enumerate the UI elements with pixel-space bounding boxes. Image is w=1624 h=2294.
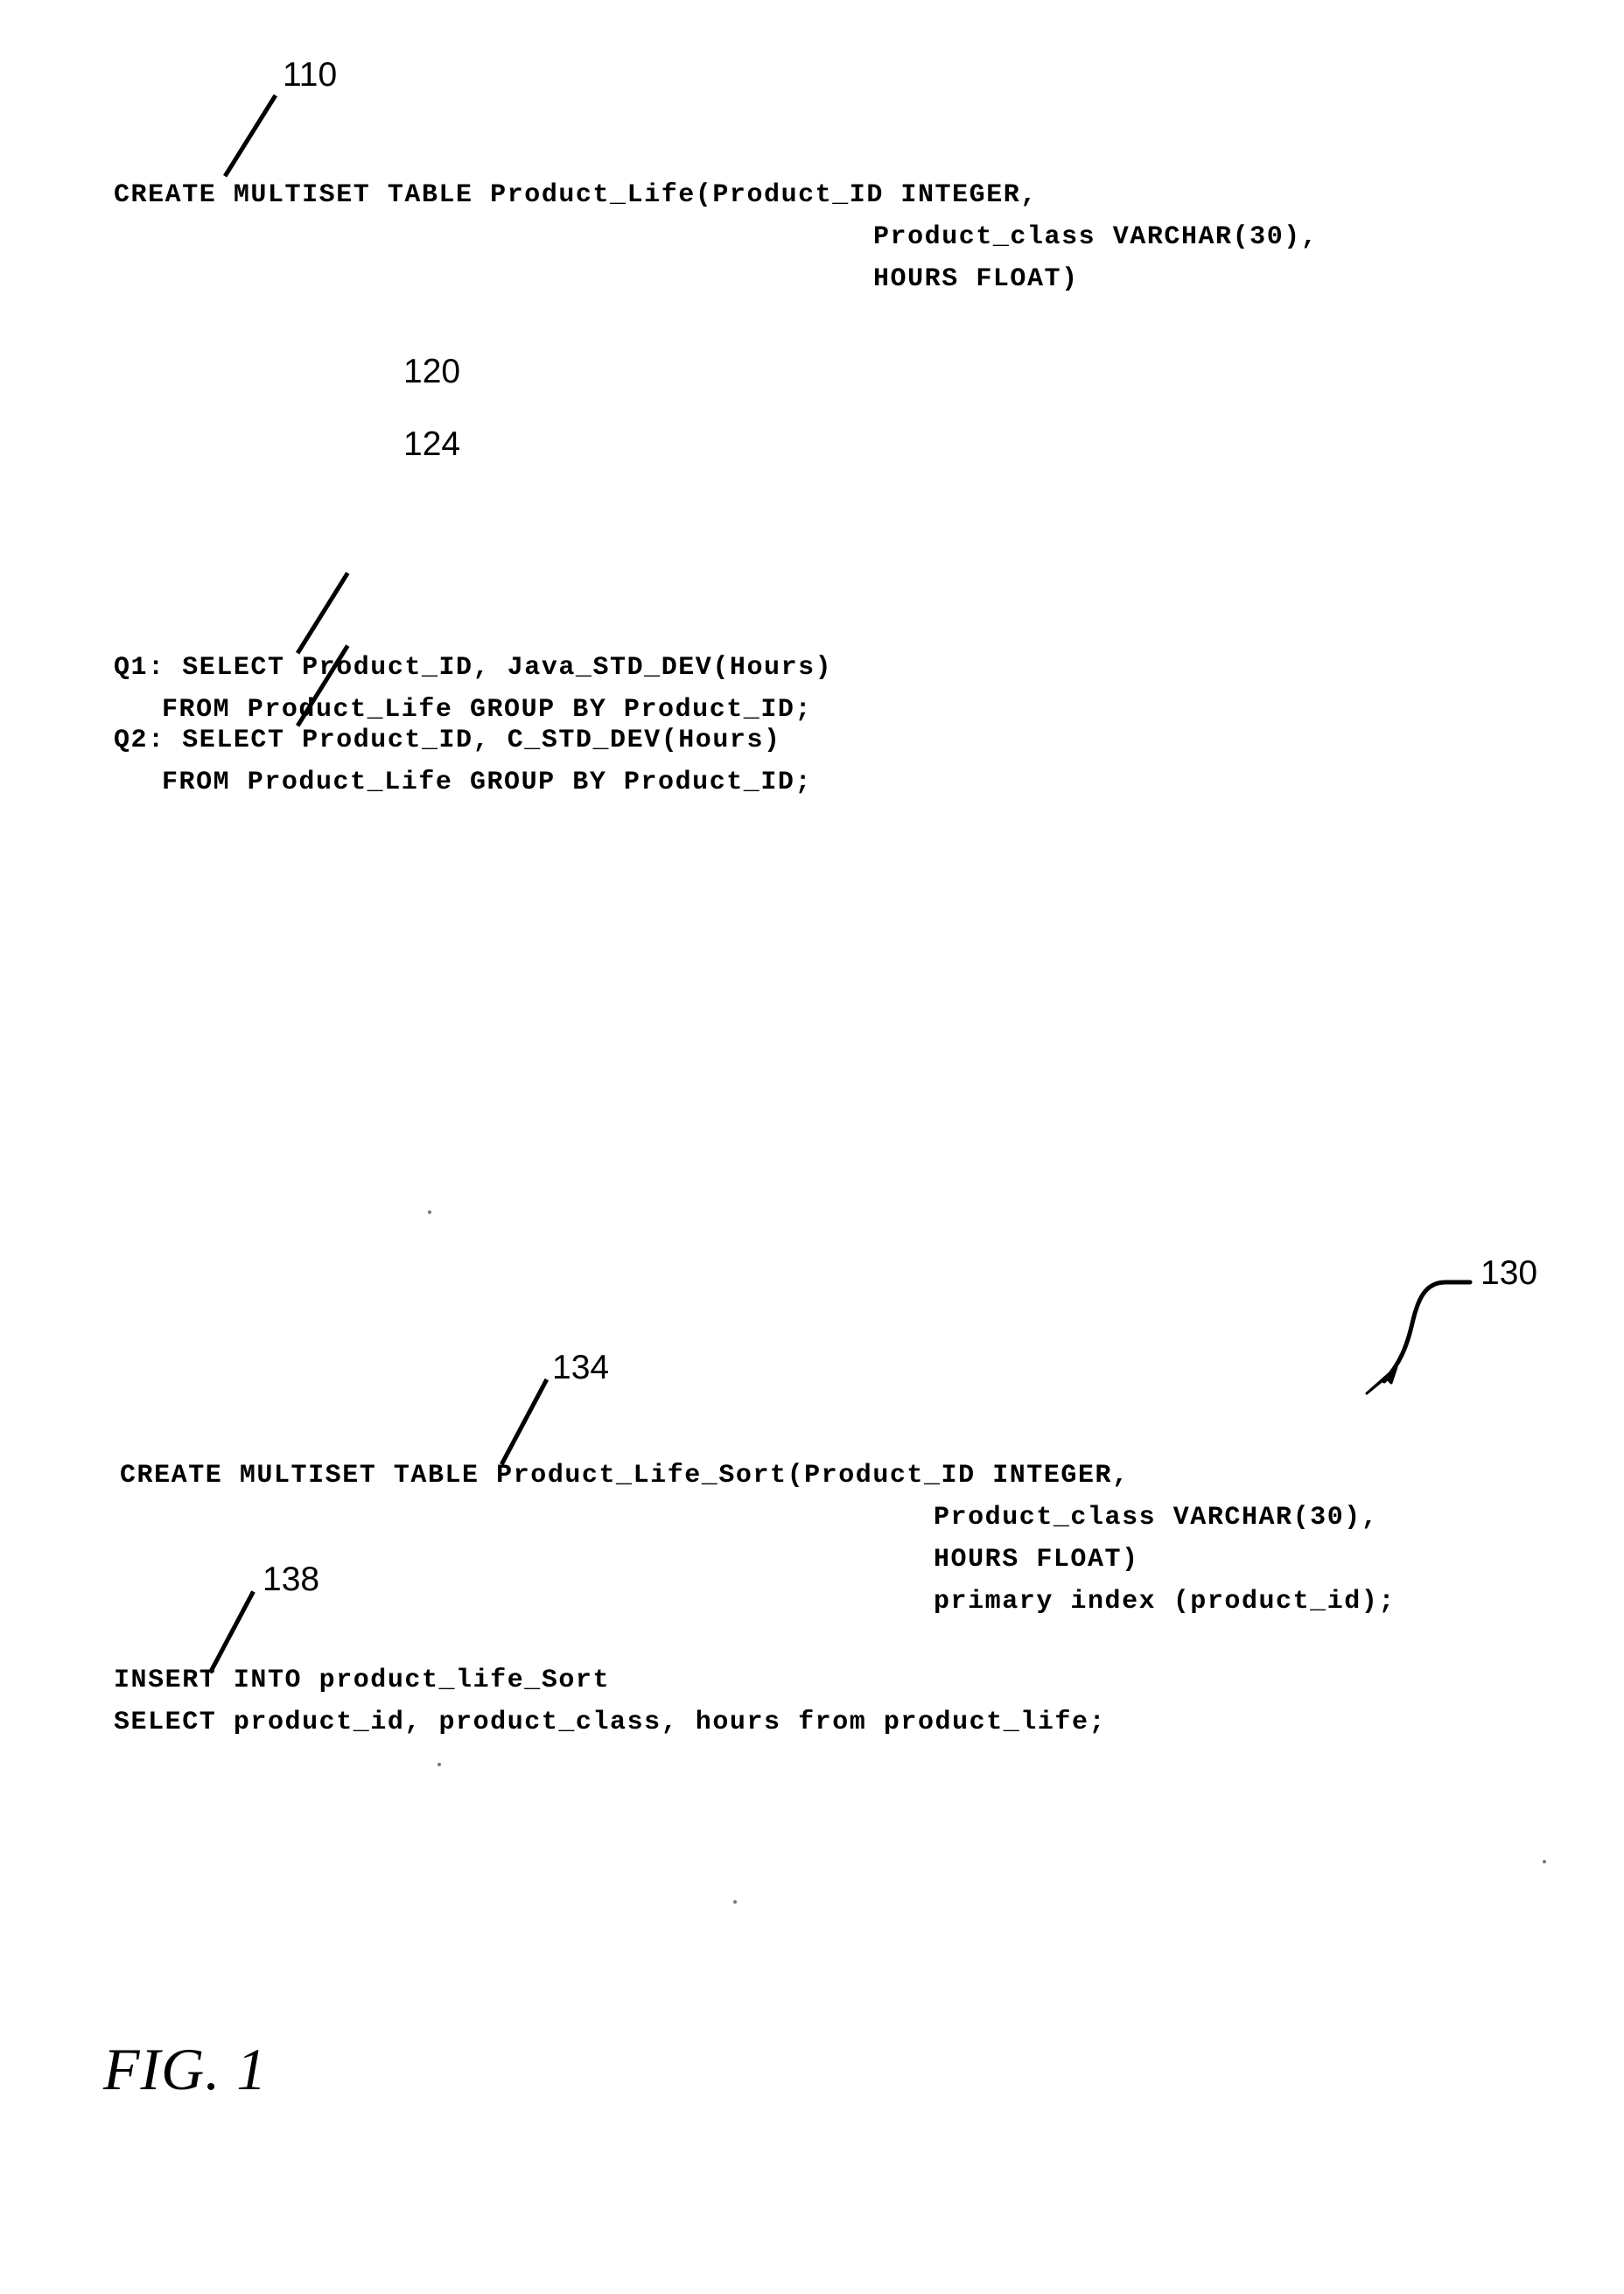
code-block-q1-line1: Q1: SELECT Product_ID, Java_STD_DEV(Hour…	[114, 653, 833, 683]
code-block-create-product-life-sort-line2: Product_class VARCHAR(30),	[934, 1503, 1379, 1533]
code-block-insert-line2: SELECT product_id, product_class, hours …	[114, 1708, 1107, 1737]
code-block-create-product-life-line2: Product_class VARCHAR(30),	[873, 222, 1319, 252]
scan-speckle	[428, 1210, 431, 1214]
code-block-create-product-life-sort-line1: CREATE MULTISET TABLE Product_Life_Sort(…	[120, 1461, 1130, 1491]
reference-numeral-120: 120	[403, 353, 461, 390]
code-block-create-product-life-line1: CREATE MULTISET TABLE Product_Life(Produ…	[114, 180, 1038, 210]
patent-figure-page: 110 CREATE MULTISET TABLE Product_Life(P…	[0, 0, 1624, 2294]
code-block-create-product-life-sort-line3: HOURS FLOAT)	[934, 1545, 1139, 1575]
lead-line-110	[223, 94, 278, 178]
code-block-create-product-life-sort-line4: primary index (product_id);	[934, 1587, 1396, 1617]
reference-numeral-130: 130	[1480, 1254, 1538, 1292]
figure-caption: FIG. 1	[103, 2036, 268, 2102]
code-block-q2-line2: FROM Product_Life GROUP BY Product_ID;	[162, 768, 813, 797]
code-block-create-product-life-line3: HOURS FLOAT)	[873, 264, 1079, 294]
scan-speckle	[1543, 1860, 1546, 1863]
reference-numeral-138: 138	[262, 1561, 320, 1598]
reference-numeral-134: 134	[552, 1349, 610, 1386]
reference-numeral-110: 110	[283, 56, 338, 94]
lead-line-120	[296, 572, 350, 655]
reference-numeral-124: 124	[403, 425, 461, 463]
code-block-insert-line1: INSERT INTO product_life_Sort	[114, 1666, 611, 1695]
curved-arrow-130	[1365, 1280, 1473, 1395]
scan-speckle	[438, 1763, 441, 1766]
code-block-q2-line1: Q2: SELECT Product_ID, C_STD_DEV(Hours)	[114, 726, 781, 755]
lead-line-134	[500, 1378, 550, 1466]
scan-speckle	[733, 1900, 737, 1904]
